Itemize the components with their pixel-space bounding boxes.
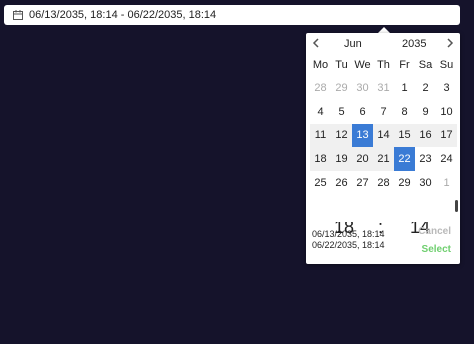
month-select[interactable]: Jun — [344, 38, 362, 50]
select-button[interactable]: Select — [422, 244, 451, 255]
weekday-header-row: Mo Tu We Th Fr Sa Su — [310, 58, 457, 72]
calendar-grid: Mo Tu We Th Fr Sa Su 28 29 30 31 1 2 3 4 5 6 7 8 9 10 11 12 13… — [310, 58, 457, 195]
calendar-week-row: 28 29 30 31 1 2 3 — [310, 76, 457, 100]
calendar-day[interactable]: 24 — [436, 147, 457, 171]
calendar-day[interactable]: 29 — [394, 171, 415, 195]
calendar-day[interactable]: 16 — [415, 123, 436, 148]
calendar-day[interactable]: 25 — [310, 171, 331, 195]
scrollbar-thumb[interactable] — [455, 200, 458, 212]
weekday-label: Sa — [418, 59, 433, 71]
weekday-label: Su — [439, 59, 454, 71]
calendar-week-row: 11 12 13 14 15 16 17 — [310, 123, 457, 148]
calendar-day[interactable]: 26 — [331, 171, 352, 195]
calendar-day[interactable]: 2 — [415, 76, 436, 100]
calendar-day[interactable]: 11 — [310, 123, 331, 148]
calendar-day[interactable]: 7 — [373, 100, 394, 124]
calendar-day[interactable]: 27 — [352, 171, 373, 195]
calendar-day[interactable]: 18 — [310, 147, 331, 172]
calendar-day[interactable]: 12 — [331, 123, 352, 148]
calendar-day[interactable]: 29 — [331, 76, 352, 100]
calendar-day[interactable]: 10 — [436, 100, 457, 124]
calendar-day[interactable]: 20 — [352, 147, 373, 172]
calendar-day[interactable]: 28 — [310, 76, 331, 100]
calendar-day[interactable]: 19 — [331, 147, 352, 172]
calendar-day[interactable]: 5 — [331, 100, 352, 124]
date-range-picker: Jun 2035 Mo Tu We Th Fr Sa Su 28 29 30 31 1 2 3 4 5 6 7 8… — [306, 33, 460, 264]
calendar-week-row: 18 19 20 21 22 23 24 — [310, 147, 457, 172]
cancel-button[interactable]: Cancel — [418, 226, 451, 237]
calendar-day[interactable]: 6 — [352, 100, 373, 124]
selection-summary: 06/13/2035, 18:14 06/22/2035, 18:14 — [312, 229, 385, 251]
weekday-label: Tu — [335, 59, 348, 71]
next-month-chevron-icon[interactable] — [444, 36, 456, 50]
calendar-day[interactable]: 1 — [394, 76, 415, 100]
weekday-label: Fr — [399, 59, 410, 71]
calendar-week-row: 4 5 6 7 8 9 10 — [310, 100, 457, 124]
calendar-day[interactable]: 3 — [436, 76, 457, 100]
calendar-day[interactable]: 21 — [373, 147, 394, 172]
calendar-day[interactable]: 22 — [394, 147, 415, 172]
calendar-icon — [12, 9, 24, 21]
calendar-day[interactable]: 15 — [394, 123, 415, 148]
calendar-day[interactable]: 23 — [415, 147, 436, 171]
calendar-day[interactable]: 9 — [415, 100, 436, 124]
calendar-day[interactable]: 14 — [373, 123, 394, 148]
calendar-day[interactable]: 17 — [436, 123, 457, 148]
calendar-day[interactable]: 1 — [436, 171, 457, 195]
calendar-day[interactable]: 30 — [415, 171, 436, 195]
range-start-text: 06/13/2035, 18:14 — [312, 229, 385, 239]
year-select[interactable]: 2035 — [402, 38, 426, 50]
range-end-text: 06/22/2035, 18:14 — [312, 240, 385, 250]
calendar-header: Jun 2035 — [306, 33, 460, 55]
calendar-day[interactable]: 28 — [373, 171, 394, 195]
prev-month-chevron-icon[interactable] — [310, 36, 322, 50]
weekday-label: Th — [377, 59, 390, 71]
weekday-label: We — [354, 59, 371, 71]
date-range-input[interactable]: 06/13/2035, 18:14 - 06/22/2035, 18:14 — [4, 5, 460, 25]
calendar-day[interactable]: 30 — [352, 76, 373, 100]
calendar-day[interactable]: 4 — [310, 100, 331, 124]
calendar-day[interactable]: 31 — [373, 76, 394, 100]
date-range-value: 06/13/2035, 18:14 - 06/22/2035, 18:14 — [29, 9, 217, 21]
calendar-week-row: 25 26 27 28 29 30 1 — [310, 171, 457, 195]
calendar-day[interactable]: 13 — [352, 123, 373, 148]
calendar-day[interactable]: 8 — [394, 100, 415, 124]
weekday-label: Mo — [312, 59, 329, 71]
